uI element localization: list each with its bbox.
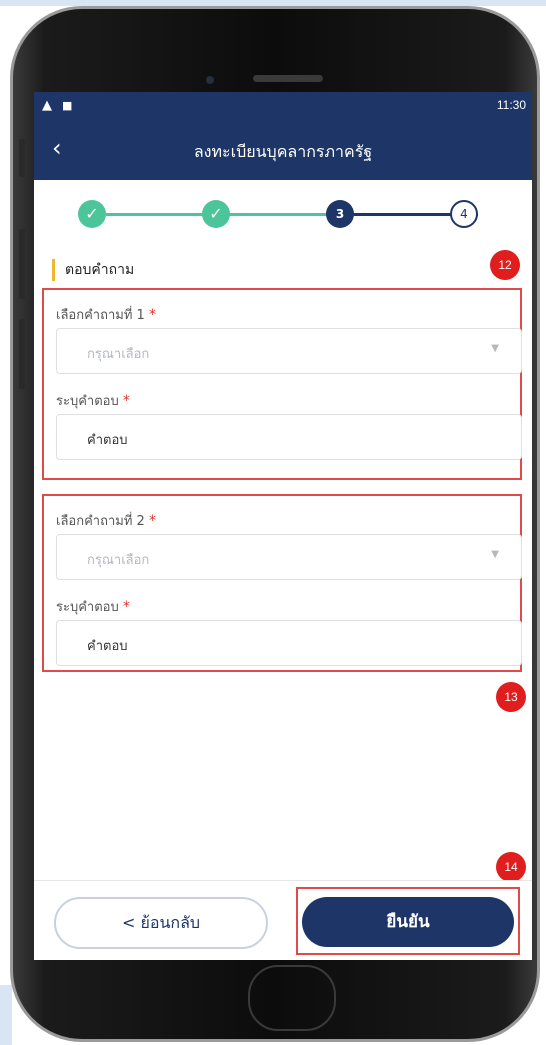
- warning-icon: ▲: [42, 98, 52, 113]
- app-bar: ‹ ลงทะเบียนบุคลากรภาครัฐ: [34, 120, 532, 180]
- answer-2-label-text: ระบุคำตอบ: [56, 600, 119, 615]
- answer-2-label: ระบุคำตอบ *: [56, 596, 130, 617]
- phone-speaker: [253, 75, 323, 82]
- answer-value: คำตอบ: [87, 433, 128, 448]
- caret-down-icon: ▼: [491, 549, 499, 560]
- page-title: ลงทะเบียนบุคลากรภาครัฐ: [193, 142, 373, 161]
- left-strip: [0, 985, 12, 1045]
- required-mark: *: [148, 513, 156, 529]
- status-time: 11:30: [496, 98, 526, 112]
- status-bar: ▲ ■ 11:30: [34, 92, 532, 120]
- answer-2-input[interactable]: คำตอบ: [56, 620, 522, 666]
- annotation-badge: 13: [496, 682, 526, 712]
- required-mark: *: [122, 599, 130, 615]
- answer-1-label-text: ระบุคำตอบ: [56, 394, 119, 409]
- confirm-button[interactable]: ยืนยัน: [302, 897, 514, 947]
- phone-screen: ▲ ■ 11:30 ‹ ลงทะเบียนบุคลากรภาครัฐ ✓ ✓ 3…: [34, 92, 532, 960]
- answer-1-input[interactable]: คำตอบ: [56, 414, 522, 460]
- question-1-select[interactable]: กรุณาเลือก ▼: [56, 328, 522, 374]
- question-1-label: เลือกคำถามที่ 1 *: [56, 304, 156, 325]
- check-icon: ✓: [78, 200, 106, 228]
- phone-home-button[interactable]: [248, 965, 336, 1031]
- section-title: ตอบคำถาม: [52, 259, 134, 281]
- annotation-badge: 12: [490, 250, 520, 280]
- progress-stepper: ✓ ✓ 3 4: [78, 196, 496, 232]
- step-3: 3: [326, 200, 354, 228]
- caret-down-icon: ▼: [491, 343, 499, 354]
- answer-1-label: ระบุคำตอบ *: [56, 390, 130, 411]
- question-2-label-text: เลือกคำถามที่ 2: [56, 514, 145, 529]
- select-placeholder: กรุณาเลือก: [87, 553, 150, 568]
- answer-value: คำตอบ: [87, 639, 128, 654]
- check-icon: ✓: [202, 200, 230, 228]
- notification-icon: ■: [62, 99, 73, 112]
- question-2-select[interactable]: กรุณาเลือก ▼: [56, 534, 522, 580]
- phone-side-button: [19, 229, 25, 299]
- required-mark: *: [122, 393, 130, 409]
- question-2-label: เลือกคำถามที่ 2 *: [56, 510, 156, 531]
- required-mark: *: [148, 307, 156, 323]
- page-frame: ▲ ■ 11:30 ‹ ลงทะเบียนบุคลากรภาครัฐ ✓ ✓ 3…: [0, 0, 546, 1045]
- phone-camera: [206, 76, 214, 84]
- select-placeholder: กรุณาเลือก: [87, 347, 150, 362]
- phone-side-button: [19, 139, 25, 177]
- question-group-1: เลือกคำถามที่ 1 * กรุณาเลือก ▼ ระบุคำตอบ…: [42, 288, 522, 480]
- question-1-label-text: เลือกคำถามที่ 1: [56, 308, 145, 323]
- question-group-2: เลือกคำถามที่ 2 * กรุณาเลือก ▼ ระบุคำตอบ…: [42, 494, 522, 672]
- step-4: 4: [450, 200, 478, 228]
- phone-side-button: [19, 319, 25, 389]
- back-button[interactable]: < ย้อนกลับ: [54, 897, 268, 949]
- bottom-action-bar: < ย้อนกลับ ยืนยัน: [34, 880, 532, 960]
- annotation-badge: 14: [496, 852, 526, 882]
